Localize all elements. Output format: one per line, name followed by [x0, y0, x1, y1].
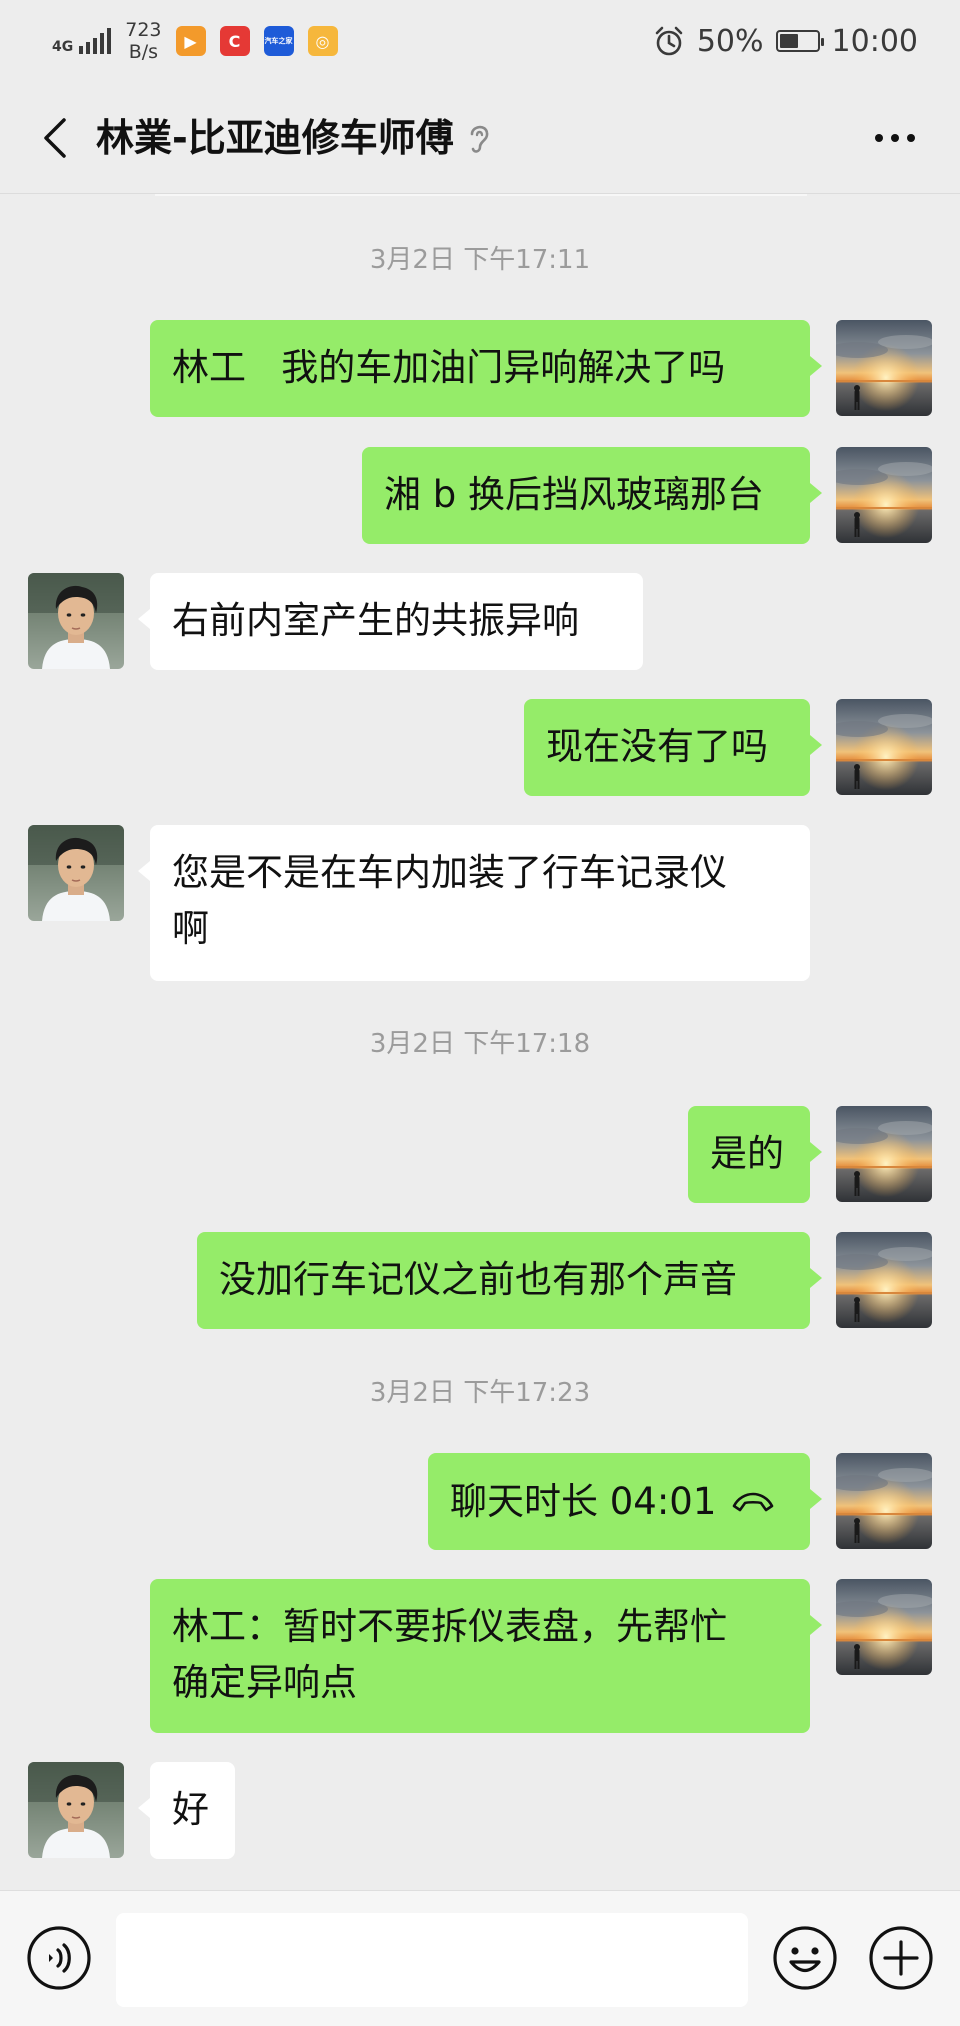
network-speed-value: 723 — [125, 19, 162, 41]
timestamp: 3月2日 下午17:18 — [369, 1029, 591, 1059]
my-avatar[interactable] — [836, 699, 932, 795]
chevron-left-icon — [44, 118, 66, 158]
chat-title-group: 林業-比亚迪修车师傅 — [96, 114, 494, 162]
dot-icon — [907, 134, 915, 142]
network-type: 4G — [52, 39, 74, 55]
clock-time: 10:00 — [831, 23, 918, 59]
more-functions-button[interactable] — [868, 1925, 934, 1991]
face-avatar-image — [28, 1762, 124, 1858]
alarm-icon — [655, 26, 683, 56]
status-bar: 4G 723 B/s ▶ C 汽车之家 ◎ 50% 10:00 — [0, 0, 960, 82]
orange-app-icon: ◎ — [307, 26, 338, 56]
dot-icon — [891, 134, 899, 142]
voice-call-record-bubble[interactable]: 聊天时长 04:01 — [428, 1453, 822, 1550]
battery-fill — [779, 34, 798, 48]
battery-percent: 50% — [696, 23, 764, 59]
message-bubble-received[interactable]: 您是不是在车内加装了行车记录仪 啊 — [138, 825, 810, 981]
call-duration-text: 聊天时长 04:01 — [450, 1479, 717, 1523]
chat-title: 林業-比亚迪修车师傅 — [96, 116, 454, 160]
my-avatar[interactable] — [836, 1106, 932, 1202]
sunset-avatar-image — [836, 1232, 932, 1328]
c-app-icon: C — [219, 26, 250, 56]
emoji-button[interactable] — [772, 1925, 838, 1991]
sunset-avatar-image — [836, 1453, 932, 1549]
dot-icon — [875, 134, 883, 142]
signal-indicator: 4G — [52, 28, 112, 55]
contact-avatar[interactable] — [28, 825, 124, 921]
sunset-avatar-image — [836, 1579, 932, 1675]
message-bubble-sent[interactable]: 湘 b 换后挡风玻璃那台 — [362, 447, 822, 544]
message-bubble-received[interactable]: 好 — [138, 1762, 235, 1859]
plus-icon — [869, 1926, 933, 1990]
my-avatar[interactable] — [836, 1579, 932, 1675]
sunset-avatar-image — [836, 1106, 932, 1202]
contact-avatar[interactable] — [28, 1762, 124, 1858]
timestamp: 3月2日 下午17:23 — [369, 1378, 591, 1408]
message-bubble-sent[interactable]: 没加行车记仪之前也有那个声音 — [197, 1232, 822, 1329]
sunset-avatar-image — [836, 320, 932, 416]
sunset-avatar-image — [836, 447, 932, 543]
network-speed: 723 B/s — [125, 19, 161, 63]
message-bubble-sent[interactable]: 林工 我的车加油门异响解决了吗 — [150, 320, 822, 417]
back-button[interactable] — [26, 110, 82, 166]
battery-icon — [775, 30, 824, 52]
my-avatar[interactable] — [836, 447, 932, 543]
autohome-app-icon: 汽车之家 — [263, 26, 294, 56]
face-avatar-image — [28, 825, 124, 921]
my-avatar[interactable] — [836, 320, 932, 416]
contact-avatar[interactable] — [28, 573, 124, 669]
timestamp: 3月2日 下午17:11 — [369, 245, 591, 275]
signal-bars-icon — [79, 28, 112, 54]
face-avatar-image — [28, 573, 124, 669]
my-avatar[interactable] — [836, 1232, 932, 1328]
autohome-app-label: 汽车之家 — [264, 37, 293, 45]
chat-input-bar — [0, 1890, 960, 2026]
message-bubble-sent[interactable]: 林工：暂时不要拆仪表盘，先帮忙 确定异响点 — [150, 1579, 822, 1733]
emoji-icon — [773, 1926, 837, 1990]
message-input-field[interactable] — [116, 1913, 748, 2007]
status-right: 50% 10:00 — [653, 24, 918, 59]
more-options-button[interactable] — [860, 110, 930, 166]
message-bubble-sent[interactable]: 是的 — [688, 1106, 822, 1203]
voice-icon — [27, 1926, 91, 1990]
my-avatar[interactable] — [836, 1453, 932, 1549]
phone-hangup-icon — [733, 1492, 774, 1511]
message-bubble-received[interactable]: 右前内室产生的共振异响 — [138, 573, 643, 670]
sunset-avatar-image — [836, 699, 932, 795]
divider — [155, 194, 807, 196]
message-bubble-sent[interactable]: 现在没有了吗 — [524, 699, 822, 796]
chat-header: 林業-比亚迪修车师傅 — [0, 82, 960, 194]
status-left: 4G 723 B/s ▶ C 汽车之家 ◎ — [52, 19, 338, 63]
voice-input-button[interactable] — [26, 1925, 92, 1991]
video-app-icon: ▶ — [175, 26, 206, 56]
muted-ear-icon — [466, 118, 494, 158]
network-speed-unit: B/s — [128, 41, 159, 63]
